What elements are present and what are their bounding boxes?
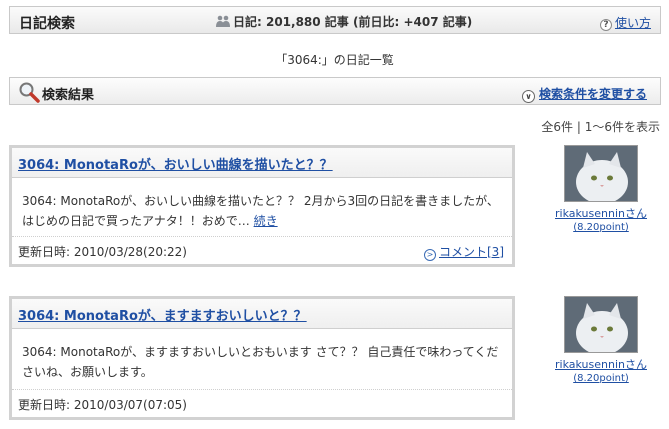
magnifier-icon [18, 81, 40, 106]
list-title: 「3064:」の日記一覧 [275, 53, 394, 67]
entry-footer: 更新日時: 2010/03/07(07:05) [12, 389, 512, 417]
change-search-label[interactable]: 検索条件を変更する [539, 87, 647, 101]
page-title: 日記検索 [19, 16, 75, 32]
arrow-right-icon: > [424, 249, 436, 261]
entry-footer: 更新日時: 2010/03/28(20:22) > コメント[3] [12, 236, 512, 264]
entry-excerpt: 3064: MonotaRoが、おいしい曲線を描いたと？？ 2月から3回の日記を… [12, 178, 512, 235]
user-points-link[interactable]: (8.20point) [545, 222, 657, 233]
people-icon [215, 15, 231, 31]
chevron-down-icon: ∨ [521, 90, 535, 103]
user-name-link[interactable]: rikakusenninさん [545, 205, 657, 221]
question-icon: ? [599, 19, 612, 31]
diary-entry: 3064: MonotaRoが、おいしい曲線を描いたと？？ 3064: Mono… [9, 145, 515, 267]
entry-title-link[interactable]: 3064: MonotaRoが、おいしい曲線を描いたと？？ [18, 158, 333, 173]
entry-header: 3064: MonotaRoが、ますますおいしいと？？ [12, 299, 512, 329]
help-link-label[interactable]: 使い方 [615, 16, 651, 30]
entry-header: 3064: MonotaRoが、おいしい曲線を描いたと？？ [12, 148, 512, 178]
results-bar: 検索結果 ∨ 検索条件を変更する [9, 77, 661, 105]
read-more-link[interactable]: 続き [254, 214, 278, 228]
user-name-link[interactable]: rikakusenninさん [545, 356, 657, 372]
entry-title-link[interactable]: 3064: MonotaRoが、ますますおいしいと？？ [18, 309, 307, 324]
comment-link-label[interactable]: コメント[3] [439, 245, 504, 259]
diary-stats-text: 日記: 201,880 記事 (前日比: +407 記事) [233, 15, 473, 29]
entry-date: 更新日時: 2010/03/07(07:05) [18, 398, 187, 412]
entry-date: 更新日時: 2010/03/28(20:22) [18, 245, 187, 259]
result-count: 全6件 | 1〜6件を表示 [541, 120, 660, 134]
entry-excerpt-text: 3064: MonotaRoが、ますますおいしいとおもいます さて？？ 自己責任… [22, 345, 499, 379]
entry-excerpt: 3064: MonotaRoが、ますますおいしいとおもいます さて？？ 自己責任… [12, 329, 512, 386]
avatar[interactable] [564, 145, 638, 202]
user-points-link[interactable]: (8.20point) [545, 373, 657, 384]
avatar[interactable] [564, 296, 638, 353]
header-bar: 日記検索 日記: 201,880 記事 (前日比: +407 記事) ? 使い方 [9, 6, 661, 34]
comment-link[interactable]: > コメント[3] [424, 243, 504, 261]
user-card: rikakusenninさん (8.20point) [545, 296, 657, 384]
diary-entry: 3064: MonotaRoが、ますますおいしいと？？ 3064: Monota… [9, 296, 515, 420]
diary-stats: 日記: 201,880 記事 (前日比: +407 記事) [215, 13, 472, 31]
change-search-link[interactable]: ∨ 検索条件を変更する [521, 85, 647, 103]
results-label: 検索結果 [42, 88, 95, 103]
user-card: rikakusenninさん (8.20point) [545, 145, 657, 233]
help-link[interactable]: ? 使い方 [599, 14, 651, 31]
